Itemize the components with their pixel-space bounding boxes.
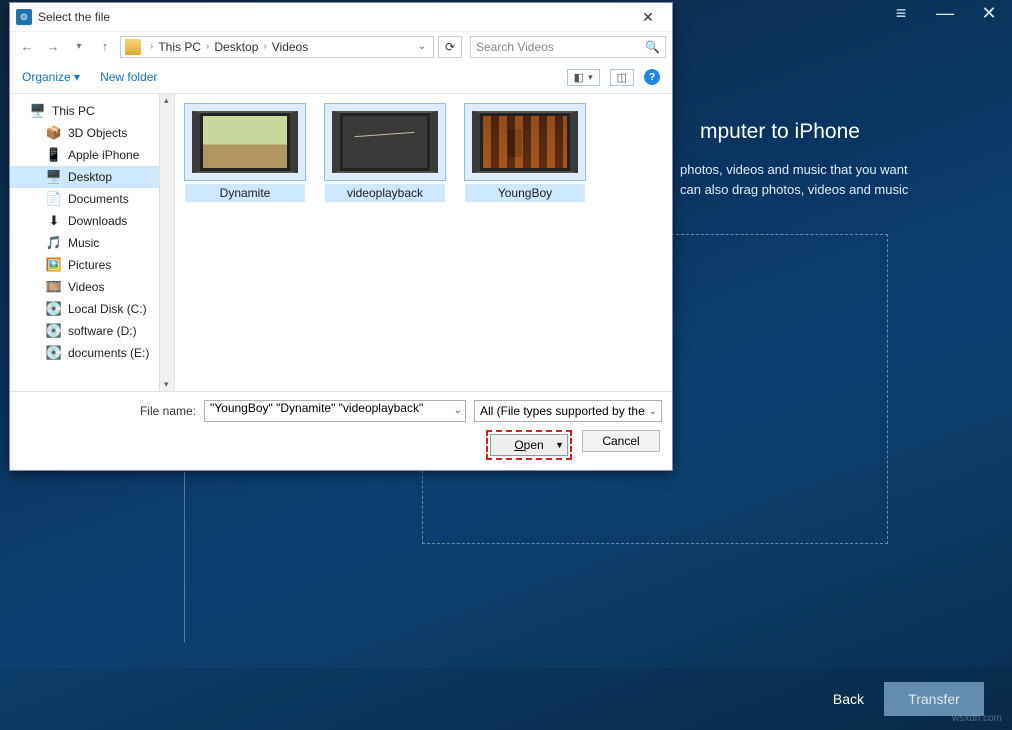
filetype-select[interactable]: All (File types supported by the ⌄: [474, 400, 662, 422]
tree-icon: 📦: [46, 125, 62, 141]
nav-back-icon[interactable]: ←: [16, 36, 38, 58]
tree-icon: 🎵: [46, 235, 62, 251]
tree-item-apple-iphone[interactable]: 📱 Apple iPhone: [10, 144, 174, 166]
page-subtitle: photos, videos and music that you wantca…: [680, 160, 908, 199]
divider: [184, 472, 185, 642]
tree-item-documents[interactable]: 📄 Documents: [10, 188, 174, 210]
dialog-close-button[interactable]: ✕: [628, 4, 668, 30]
toolbar: Organize ▾ New folder ◧ ▾ ◫ ?: [10, 61, 672, 93]
tree-item-music[interactable]: 🎵 Music: [10, 232, 174, 254]
file-label: Dynamite: [185, 184, 305, 202]
dialog-title: Select the file: [38, 10, 110, 24]
tree-label: Documents: [68, 192, 129, 206]
tree-icon: 🖥️: [46, 169, 62, 185]
crumb[interactable]: This PC: [158, 40, 201, 54]
page-title: mputer to iPhone: [700, 120, 860, 144]
dialog-titlebar: ⊚ Select the file ✕: [10, 3, 672, 31]
file-label: videoplayback: [325, 184, 445, 202]
filename-label: File name:: [20, 404, 196, 418]
tree-label: Apple iPhone: [68, 148, 139, 162]
tree-item-videos[interactable]: 🎞️ Videos: [10, 276, 174, 298]
footer: Back Transfer: [0, 668, 1012, 730]
tree-item-downloads[interactable]: ⬇ Downloads: [10, 210, 174, 232]
tree-item-pictures[interactable]: 🖼️ Pictures: [10, 254, 174, 276]
nav-up-icon[interactable]: ↑: [94, 36, 116, 58]
tree-item-local-disk-c-[interactable]: 💽 Local Disk (C:): [10, 298, 174, 320]
crumb[interactable]: Desktop: [214, 40, 258, 54]
tree-icon: 📄: [46, 191, 62, 207]
nav-forward-icon[interactable]: →: [42, 36, 64, 58]
organize-menu[interactable]: Organize ▾: [22, 70, 80, 84]
view-mode-button[interactable]: ◧ ▾: [567, 69, 600, 86]
tree-icon: 🎞️: [46, 279, 62, 295]
tree-item-software-d-[interactable]: 💽 software (D:): [10, 320, 174, 342]
tree-icon: 💽: [46, 345, 62, 361]
file-item-videoplayback[interactable]: videoplayback: [325, 104, 445, 202]
open-highlight: Open ▼: [486, 430, 572, 460]
cancel-button[interactable]: Cancel: [582, 430, 660, 452]
crumb[interactable]: Videos: [272, 40, 308, 54]
nav-recent-icon[interactable]: ▾: [68, 36, 90, 58]
tree-label: Local Disk (C:): [68, 302, 147, 316]
back-button[interactable]: Back: [833, 691, 864, 707]
file-pane: Dynamite videoplayback YoungBoy: [175, 94, 672, 391]
chevron-down-icon[interactable]: ⌄: [454, 405, 462, 416]
tree-icon: 💽: [46, 301, 62, 317]
tree-label: Music: [68, 236, 99, 250]
refresh-button[interactable]: ⟳: [438, 36, 462, 58]
chevron-down-icon[interactable]: ⌄: [415, 41, 429, 52]
list-icon[interactable]: ≡: [888, 0, 914, 26]
tree-label: documents (E:): [68, 346, 149, 360]
tree-label: Desktop: [68, 170, 112, 184]
chevron-down-icon[interactable]: ▼: [555, 440, 564, 450]
tree-label: 3D Objects: [68, 126, 127, 140]
help-icon[interactable]: ?: [644, 69, 660, 85]
nav-row: ← → ▾ ↑ › This PC› Desktop› Videos ⌄ ⟳ S…: [10, 31, 672, 61]
file-open-dialog: ⊚ Select the file ✕ ← → ▾ ↑ › This PC› D…: [9, 2, 673, 471]
search-icon: 🔍: [645, 40, 660, 54]
open-button[interactable]: Open ▼: [490, 434, 568, 456]
filename-input[interactable]: "YoungBoy" "Dynamite" "videoplayback" ⌄: [204, 400, 466, 422]
file-item-dynamite[interactable]: Dynamite: [185, 104, 305, 202]
watermark: wsxdn.com: [952, 713, 1002, 724]
file-label: YoungBoy: [465, 184, 585, 202]
tree-icon: 💽: [46, 323, 62, 339]
tree-icon: 📱: [46, 147, 62, 163]
chevron-down-icon: ⌄: [649, 406, 657, 417]
tree-item-documents-e-[interactable]: 💽 documents (E:): [10, 342, 174, 364]
tree-item-this-pc[interactable]: 🖥️ This PC: [10, 100, 174, 122]
app-icon: ⊚: [16, 9, 32, 25]
close-icon[interactable]: ✕: [976, 0, 1002, 26]
tree-label: This PC: [52, 104, 95, 118]
minimize-icon[interactable]: —: [932, 0, 958, 26]
scrollbar[interactable]: [159, 94, 174, 391]
new-folder-button[interactable]: New folder: [100, 70, 157, 84]
dialog-bottom: File name: "YoungBoy" "Dynamite" "videop…: [10, 391, 672, 470]
breadcrumb[interactable]: › This PC› Desktop› Videos ⌄: [120, 36, 434, 58]
search-placeholder: Search Videos: [476, 40, 645, 54]
tree-label: Pictures: [68, 258, 111, 272]
preview-pane-button[interactable]: ◫: [610, 69, 634, 86]
tree-item-3d-objects[interactable]: 📦 3D Objects: [10, 122, 174, 144]
file-item-youngboy[interactable]: YoungBoy: [465, 104, 585, 202]
tree-icon: 🖼️: [46, 257, 62, 273]
tree-item-desktop[interactable]: 🖥️ Desktop: [10, 166, 174, 188]
folder-icon: [125, 39, 141, 55]
tree-icon: ⬇: [46, 213, 62, 229]
tree-label: Downloads: [68, 214, 127, 228]
nav-tree: 🖥️ This PC 📦 3D Objects 📱 Apple iPhone 🖥️ Deskt…: [10, 94, 175, 391]
tree-label: software (D:): [68, 324, 137, 338]
tree-label: Videos: [68, 280, 104, 294]
tree-icon: 🖥️: [30, 103, 46, 119]
transfer-button[interactable]: Transfer: [884, 682, 984, 716]
search-input[interactable]: Search Videos 🔍: [470, 36, 666, 58]
